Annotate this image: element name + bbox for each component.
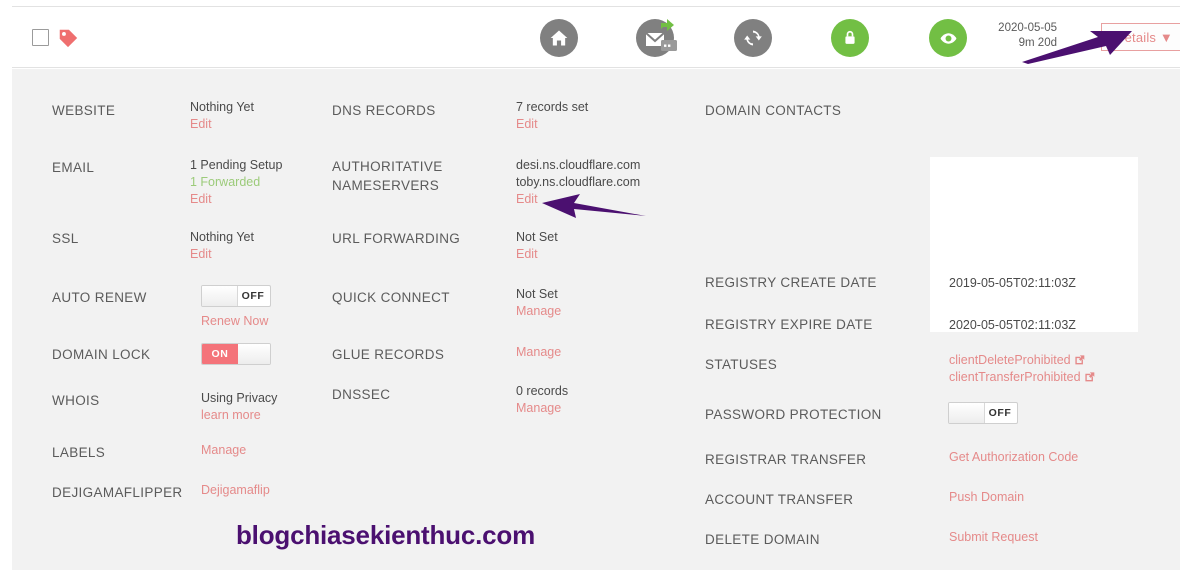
label-quick-connect: QUICK CONNECT xyxy=(332,290,450,305)
label-password-protection: PASSWORD PROTECTION xyxy=(705,407,882,422)
expiry-remaining: 9m 20d xyxy=(1018,37,1057,49)
link-get-authorization-code[interactable]: Get Authorization Code xyxy=(949,449,1078,466)
link-dnssec-manage[interactable]: Manage xyxy=(516,400,568,417)
lock-icon[interactable] xyxy=(831,19,869,57)
label-email: EMAIL xyxy=(52,160,95,175)
value-website: Nothing Yet xyxy=(190,100,254,114)
link-email-edit[interactable]: Edit xyxy=(190,191,282,208)
tag-icon[interactable] xyxy=(57,27,79,49)
label-statuses: STATUSES xyxy=(705,357,778,372)
watermark-text: blogchiasekienthuc.com xyxy=(236,520,536,550)
value-nameserver-2: toby.ns.cloudflare.com xyxy=(516,175,641,189)
status-client-transfer-prohibited[interactable]: clientTransferProhibited xyxy=(949,369,1095,386)
label-labels: LABELS xyxy=(52,445,106,460)
value-dnssec: 0 records xyxy=(516,384,569,398)
expiry-info: 2020-05-05 9m 20d xyxy=(977,21,1057,51)
label-registry-expire-date: REGISTRY EXPIRE DATE xyxy=(705,317,873,332)
link-submit-request[interactable]: Submit Request xyxy=(949,529,1038,546)
page-root: 2020-05-05 9m 20d Details ▼ WEBSITE Noth… xyxy=(0,0,1192,570)
value-email-forwarded: 1 Forwarded xyxy=(190,175,261,189)
password-protection-toggle-state: OFF xyxy=(988,407,1012,419)
label-whois: WHOIS xyxy=(52,393,100,408)
auto-renew-toggle[interactable]: OFF xyxy=(201,285,271,307)
link-quick-connect-manage[interactable]: Manage xyxy=(516,303,561,320)
status-client-delete-prohibited[interactable]: clientDeleteProhibited xyxy=(949,352,1095,369)
select-domain-checkbox[interactable] xyxy=(32,29,49,46)
value-whois: Using Privacy xyxy=(201,391,278,405)
label-auto-renew: AUTO RENEW xyxy=(52,290,147,305)
label-url-forwarding: URL FORWARDING xyxy=(332,231,461,246)
link-renew-now[interactable]: Renew Now xyxy=(201,313,271,330)
domain-contacts-blank-area xyxy=(930,157,1138,332)
value-nameserver-1: desi.ns.cloudflare.com xyxy=(516,158,641,172)
page-left-gutter xyxy=(0,0,12,570)
status-client-transfer-prohibited-text: clientTransferProhibited xyxy=(949,370,1081,384)
link-labels-manage[interactable]: Manage xyxy=(201,442,246,459)
label-domain-lock: DOMAIN LOCK xyxy=(52,347,151,362)
value-email-pending: 1 Pending Setup xyxy=(190,158,283,172)
label-website: WEBSITE xyxy=(52,103,116,118)
link-nameservers-edit[interactable]: Edit xyxy=(516,191,640,208)
value-registry-expire-date: 2020-05-05T02:11:03Z xyxy=(949,318,1076,332)
label-authoritative-nameservers-line2: NAMESERVERS xyxy=(332,178,440,193)
page-right-gutter xyxy=(1180,0,1192,570)
label-ssl: SSL xyxy=(52,231,79,246)
domain-lock-toggle[interactable]: ON xyxy=(201,343,271,365)
label-domain-contacts: DOMAIN CONTACTS xyxy=(705,103,842,118)
details-button[interactable]: Details ▼ xyxy=(1101,23,1187,51)
label-delete-domain: DELETE DOMAIN xyxy=(705,532,820,547)
value-quick-connect: Not Set xyxy=(516,287,558,301)
value-url-forwarding: Not Set xyxy=(516,230,558,244)
privacy-eye-icon[interactable] xyxy=(929,19,967,57)
value-dns-records: 7 records set xyxy=(516,100,589,114)
link-website-edit[interactable]: Edit xyxy=(190,116,254,133)
status-client-delete-prohibited-text: clientDeleteProhibited xyxy=(949,353,1071,367)
password-protection-toggle[interactable]: OFF xyxy=(948,402,1018,424)
label-authoritative-nameservers-line1: AUTHORITATIVE xyxy=(332,159,443,174)
expiry-date: 2020-05-05 xyxy=(998,22,1057,34)
link-dns-records-edit[interactable]: Edit xyxy=(516,116,588,133)
external-link-icon xyxy=(1084,370,1095,382)
link-whois-learn-more[interactable]: learn more xyxy=(201,407,277,424)
label-dejigamaflipper: DEJIGAMAFLIPPER xyxy=(52,485,183,500)
link-push-domain[interactable]: Push Domain xyxy=(949,489,1024,506)
link-dejigamaflip[interactable]: Dejigamaflip xyxy=(201,482,270,499)
home-icon[interactable] xyxy=(540,19,578,57)
label-dns-records: DNS RECORDS xyxy=(332,103,436,118)
value-ssl: Nothing Yet xyxy=(190,230,254,244)
label-glue-records: GLUE RECORDS xyxy=(332,347,445,362)
label-registrar-transfer: REGISTRAR TRANSFER xyxy=(705,452,867,467)
email-forward-icon[interactable] xyxy=(636,19,677,57)
link-ssl-edit[interactable]: Edit xyxy=(190,246,254,263)
link-url-forwarding-edit[interactable]: Edit xyxy=(516,246,558,263)
domain-details-panel: WEBSITE Nothing Yet Edit EMAIL 1 Pending… xyxy=(12,69,1180,570)
sync-icon[interactable] xyxy=(734,19,772,57)
value-registry-create-date: 2019-05-05T02:11:03Z xyxy=(949,276,1076,290)
link-glue-records-manage[interactable]: Manage xyxy=(516,344,561,361)
label-account-transfer: ACCOUNT TRANSFER xyxy=(705,492,854,507)
auto-renew-toggle-state: OFF xyxy=(241,290,265,302)
domain-lock-toggle-state: ON xyxy=(211,348,229,360)
label-dnssec: DNSSEC xyxy=(332,387,391,402)
label-registry-create-date: REGISTRY CREATE DATE xyxy=(705,275,877,290)
external-link-icon xyxy=(1074,353,1085,365)
domain-header-bar: 2020-05-05 9m 20d Details ▼ xyxy=(12,6,1187,68)
